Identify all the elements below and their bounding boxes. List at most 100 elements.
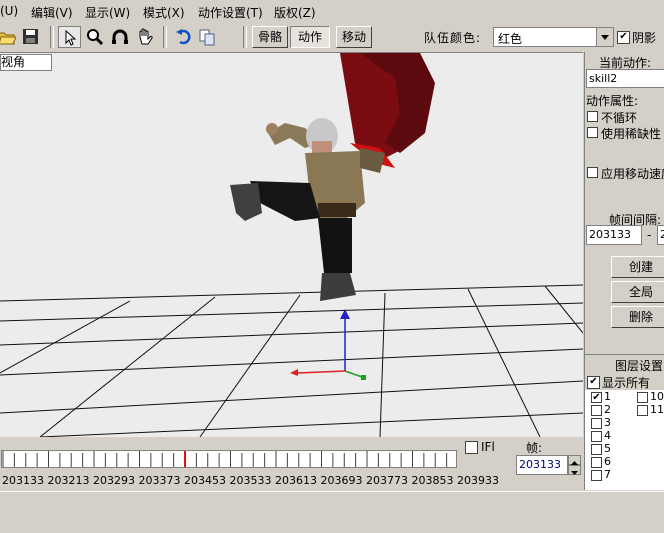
timeline-ticks bbox=[2, 451, 448, 467]
status-bar bbox=[0, 491, 664, 533]
tab-animation[interactable]: 动作 bbox=[290, 26, 330, 48]
current-frame-marker[interactable] bbox=[184, 451, 186, 467]
layer-1-checkbox[interactable]: ✔ bbox=[591, 392, 602, 403]
hand-icon bbox=[139, 28, 153, 45]
layer-6-checkbox[interactable] bbox=[591, 457, 602, 468]
frame-spinner[interactable] bbox=[568, 455, 581, 475]
toolbar-separator bbox=[163, 26, 167, 48]
scene-canvas[interactable] bbox=[0, 53, 583, 437]
layer-list: ✔ 1 2 3 4 5 6 7 10 11 bbox=[585, 390, 664, 490]
folder-open-icon bbox=[0, 32, 16, 45]
layer-10-checkbox[interactable] bbox=[637, 392, 648, 403]
zoom-tool-button[interactable] bbox=[84, 26, 107, 48]
timeline-tick-label: 203853 bbox=[411, 474, 454, 487]
panel-divider bbox=[585, 354, 664, 355]
x-axis bbox=[297, 370, 346, 374]
ifl-checkbox[interactable] bbox=[465, 441, 478, 454]
y-axis bbox=[344, 370, 363, 378]
toolbar-separator bbox=[50, 26, 54, 48]
save-button[interactable] bbox=[20, 26, 43, 48]
menu-item-view[interactable]: 显示(W) bbox=[85, 4, 130, 21]
undo-icon bbox=[176, 29, 191, 45]
timeline-tick-label: 203693 bbox=[320, 474, 363, 487]
layer-4-checkbox[interactable] bbox=[591, 431, 602, 442]
apply-move-speed-label: 应用移动速度 bbox=[601, 167, 664, 181]
select-tool-button[interactable] bbox=[58, 26, 81, 48]
open-button[interactable] bbox=[0, 26, 19, 48]
layer-settings-label: 图层设置 bbox=[615, 359, 664, 373]
current-action-field[interactable]: skill2 bbox=[586, 69, 664, 88]
copy-button[interactable] bbox=[196, 26, 219, 48]
timeline-tick-label: 203373 bbox=[138, 474, 181, 487]
layer-2-checkbox[interactable] bbox=[591, 405, 602, 416]
frame-spin-down[interactable] bbox=[568, 465, 581, 475]
layer-3-checkbox[interactable] bbox=[591, 418, 602, 429]
dropdown-arrow-button[interactable] bbox=[596, 28, 613, 46]
frame-label: 帧: bbox=[526, 441, 543, 455]
layer-11-label: 11 bbox=[650, 403, 664, 416]
frame-spin-up[interactable] bbox=[568, 455, 581, 465]
menu-item-action-settings[interactable]: 动作设置(T) bbox=[198, 4, 263, 21]
timeline-tick-label: 203213 bbox=[47, 474, 90, 487]
y-axis-end bbox=[361, 375, 366, 380]
frame-end-field[interactable]: 2 bbox=[657, 225, 664, 245]
arrow-cursor-icon bbox=[65, 29, 77, 46]
3d-viewport[interactable] bbox=[0, 52, 583, 437]
layer-4-label: 4 bbox=[604, 429, 611, 442]
undo-button[interactable] bbox=[172, 26, 195, 48]
timeline-tick-label: 203773 bbox=[366, 474, 408, 487]
team-color-label: 队伍颜色: bbox=[424, 31, 482, 45]
magnifier-icon bbox=[87, 29, 104, 46]
team-color-select[interactable]: 红色 bbox=[493, 27, 614, 47]
menu-item-copyright[interactable]: 版权(Z) bbox=[274, 4, 316, 21]
ifl-label: IFl bbox=[481, 440, 495, 454]
timeline-tick-label: 203133 bbox=[2, 474, 44, 487]
tab-move[interactable]: 移动 bbox=[336, 26, 372, 48]
ground-grid bbox=[0, 284, 583, 437]
right-panel: 当前动作: skill2 动作属性: 不循环 使用稀缺性 应用移动速度 帧间间隔… bbox=[584, 52, 664, 490]
orbit-tool-button[interactable] bbox=[109, 26, 132, 48]
layer-11-checkbox[interactable] bbox=[637, 405, 648, 416]
tab-skeleton[interactable]: 骨骼 bbox=[252, 26, 288, 48]
delete-button[interactable]: 删除 bbox=[611, 306, 664, 328]
action-props-label: 动作属性: bbox=[586, 94, 639, 108]
layer-7-label: 7 bbox=[604, 468, 611, 481]
timeline-tick-label: 203293 bbox=[93, 474, 135, 487]
create-button[interactable]: 创建 bbox=[611, 256, 664, 278]
timeline-tick-label: 203613 bbox=[275, 474, 317, 487]
frame-input[interactable]: 203133 bbox=[516, 455, 568, 475]
arrow-down-icon bbox=[571, 471, 578, 475]
pan-tool-button[interactable] bbox=[134, 26, 157, 48]
shadow-checkbox[interactable]: ✔ bbox=[617, 31, 630, 44]
layer-7-checkbox[interactable] bbox=[591, 470, 602, 481]
timeline-tick-label: 203933 bbox=[457, 474, 499, 487]
layer-6-label: 6 bbox=[604, 455, 611, 468]
view-label: 视角 bbox=[0, 54, 52, 71]
timeline-track[interactable] bbox=[1, 450, 457, 468]
no-loop-label: 不循环 bbox=[601, 111, 638, 125]
frame-start-field[interactable]: 203133 bbox=[586, 225, 642, 245]
apply-move-speed-checkbox[interactable] bbox=[587, 167, 598, 178]
timeline-tick-label: 203453 bbox=[184, 474, 226, 487]
x-axis-arrow bbox=[290, 369, 298, 376]
floppy-disk-icon bbox=[23, 29, 38, 44]
show-all-checkbox[interactable]: ✔ bbox=[587, 376, 600, 389]
menu-item-mode[interactable]: 模式(X) bbox=[143, 4, 185, 21]
toolbar: 骨骼 动作 移动 队伍颜色: 红色 ✔ 阴影 bbox=[0, 23, 664, 51]
global-button[interactable]: 全局 bbox=[611, 281, 664, 303]
menu-item-edit[interactable]: 编辑(V) bbox=[31, 4, 73, 21]
layer-1-label: 1 bbox=[604, 390, 611, 403]
timeline: 203133 203213 203293 203373 203453 203533 2036… bbox=[0, 437, 583, 490]
show-all-label: 显示所有 bbox=[602, 376, 651, 390]
team-color-value: 红色 bbox=[498, 32, 523, 46]
character-model[interactable] bbox=[230, 53, 435, 301]
no-loop-checkbox[interactable] bbox=[587, 111, 598, 122]
toolbar-separator bbox=[243, 26, 247, 48]
use-sparse-checkbox[interactable] bbox=[587, 127, 598, 138]
timeline-tick-label: 203533 bbox=[229, 474, 272, 487]
menu-bar: (U) 编辑(V) 显示(W) 模式(X) 动作设置(T) 版权(Z) bbox=[0, 0, 664, 22]
copy-pages-icon bbox=[199, 29, 215, 46]
menu-item-file[interactable]: (U) bbox=[0, 4, 18, 18]
layer-5-checkbox[interactable] bbox=[591, 444, 602, 455]
frame-range-dash: - bbox=[647, 228, 652, 242]
